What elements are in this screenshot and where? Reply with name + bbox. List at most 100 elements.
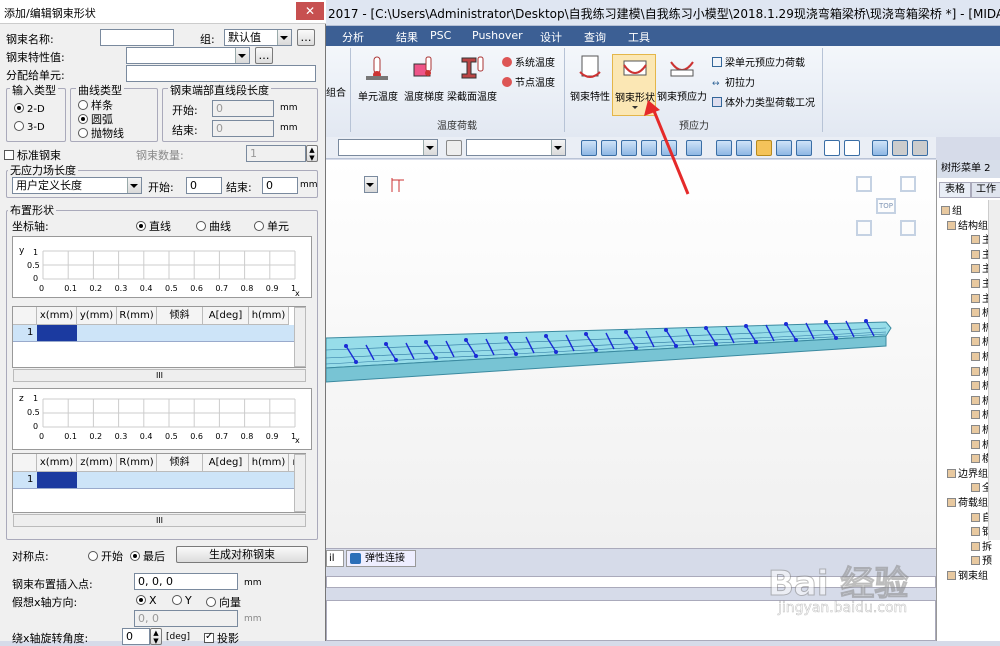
generate-symmetric-button[interactable]: 生成对称钢束 [176,546,308,563]
symmetry-start-radio[interactable]: 开始 [88,548,123,564]
menu-item-results[interactable]: 结果 [396,29,418,45]
node-temp-button[interactable]: 节点温度 [502,74,562,90]
model-viewport[interactable]: TOP [326,100,936,550]
beam-prestress-load-button[interactable]: 梁单元预应力荷载 [712,54,832,70]
temp-gradient-button[interactable]: 温度梯度 [402,54,446,110]
rotation-input[interactable]: 0 [122,628,150,645]
coord-element-radio[interactable]: 单元 [254,218,289,234]
plot-x-tick-label: 0.5 [165,284,178,293]
x-axis-vector-radio[interactable]: 向量 [206,594,241,610]
tree-node-icon [971,352,980,361]
tendon-property-select[interactable] [126,47,250,64]
hidden-icon[interactable] [716,140,732,156]
plot-x-tick-label: 0.6 [190,432,203,441]
tendon-count-label: 钢束数量: [136,149,184,162]
group-more-button[interactable]: … [297,29,315,46]
menu-item-psc[interactable]: PSC [430,29,451,42]
tree-scrollbar[interactable] [988,200,1000,540]
system-temp-button[interactable]: 系统温度 [502,54,562,70]
projection-checkbox[interactable]: 投影 [204,630,239,646]
menu-bar: 分析 结果 PSC Pushover 设计 查询 工具 [326,26,1000,46]
node-number-icon[interactable] [824,140,840,156]
rotation-spinner[interactable]: ▲ ▼ [150,628,162,645]
free-length-start-input[interactable]: 0 [186,177,222,194]
tendon-property-button[interactable]: 钢束特性 [568,54,612,110]
plot-x-ticks: 0 0.1 0.2 0.3 0.4 0.5 0.6 0.7 0.8 0.9 1 [39,284,296,293]
x-axis-x-radio[interactable]: X [136,594,157,607]
tree-panel-title: 树形菜单 2 [937,160,1000,178]
table-vscroll[interactable] [294,307,306,367]
tendon-property-icon [579,55,601,78]
input-type-2d-radio[interactable]: 2-D [14,103,45,115]
zoom-fit-icon[interactable] [581,140,597,156]
monitor-icon[interactable] [796,140,812,156]
end-straight-end-input[interactable]: 0 [212,120,274,137]
group-select[interactable]: 默认值 [224,29,292,46]
tendon-name-label: 钢束名称: [6,33,54,46]
display-icon[interactable] [776,140,792,156]
zoom-window-icon[interactable] [601,140,617,156]
tree-item-load-group[interactable]: 荷载组 [947,494,988,509]
tendon-name-input[interactable] [100,29,174,46]
unit-temp-button[interactable]: 单元温度 [356,54,400,110]
table-vscroll[interactable] [294,454,306,512]
perspective-icon[interactable] [756,140,772,156]
coord-curve-radio[interactable]: 曲线 [196,218,231,234]
tree-tab-work[interactable]: 工作 [971,182,1000,198]
selection-combo[interactable] [466,139,566,156]
end-straight-start-input[interactable]: 0 [212,100,274,117]
table-row[interactable]: 1 [13,325,294,342]
lock-icon[interactable] [892,140,908,156]
input-type-3d-radio[interactable]: 3-D [14,121,45,133]
tree-item[interactable]: 预 [971,552,992,567]
standard-tendon-checkbox[interactable]: 标准钢束 [4,147,61,163]
property-more-button[interactable]: … [255,47,273,64]
tendon-count-input[interactable]: 1 [246,145,306,162]
pan-icon[interactable] [621,140,637,156]
symmetry-end-radio[interactable]: 最后 [130,548,165,564]
menu-item-query[interactable]: 查询 [584,29,606,45]
tab-partial[interactable]: il [326,550,344,567]
x-axis-vector-input[interactable]: 0, 0 [134,610,238,627]
coord-line-radio[interactable]: 直线 [136,218,171,234]
pretension-button[interactable]: ↔ 初拉力 [712,74,832,90]
insert-point-input[interactable]: 0, 0, 0 [134,573,238,590]
tree-item-group-root[interactable]: 组 [941,202,962,217]
assign-elements-input[interactable] [126,65,316,82]
menu-item-pushover[interactable]: Pushover [472,29,523,42]
tree-item-boundary-group[interactable]: 边界组 [947,465,988,480]
ribbon-partial-combo[interactable]: 组合 [326,84,346,99]
beam-section-temp-button[interactable]: 梁截面温度 [446,54,498,110]
menu-item-design[interactable]: 设计 [540,29,562,45]
table-hscroll[interactable]: III [13,514,306,527]
view-cube[interactable]: TOP [856,176,916,236]
table-hscroll[interactable]: III [13,369,306,382]
viewport-combo[interactable] [364,176,378,193]
curve-parabola-radio[interactable]: 抛物线 [78,125,124,141]
svg-text:0.5: 0.5 [27,261,40,270]
free-length-end-input[interactable]: 0 [262,177,298,194]
tree-item-structure-group[interactable]: 结构组 [947,217,988,232]
watermark-url: jingyan.baidu.com [778,600,908,617]
close-button[interactable]: ✕ [296,2,324,20]
menu-item-analysis[interactable]: 分析 [342,29,364,45]
tree-tab-table[interactable]: 表格 [939,182,971,198]
select-icon[interactable] [446,140,462,156]
app-title: 2017 - [C:\Users\Administrator\Desktop\自… [328,7,1000,21]
render-icon[interactable] [736,140,752,156]
table-row[interactable]: 1 [13,472,294,489]
element-number-icon[interactable] [844,140,860,156]
table-column-header: x(mm) [37,454,77,472]
beam-prestress-icon [712,57,722,67]
menu-item-tools[interactable]: 工具 [628,29,650,45]
tab-elastic-link[interactable]: 弹性连接 [346,550,416,567]
redraw-icon[interactable] [872,140,888,156]
lock2-icon[interactable] [912,140,928,156]
view-combo[interactable] [338,139,438,156]
x-axis-y-radio[interactable]: Y [172,594,192,607]
free-length-select[interactable]: 用户定义长度 [12,177,142,194]
view-cube-top[interactable]: TOP [876,198,896,214]
tendon-count-spinner[interactable]: ▲ ▼ [306,145,318,162]
tree-item-tendon-group[interactable]: 钢束组 [947,567,988,582]
external-load-case-button[interactable]: 体外力类型荷载工况 [712,94,832,110]
